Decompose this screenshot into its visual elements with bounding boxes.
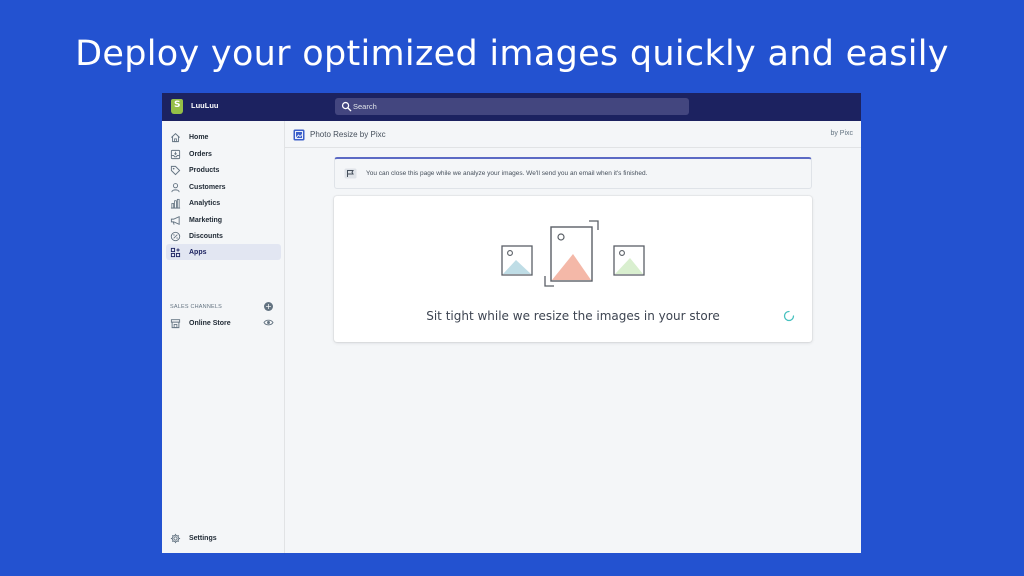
sidebar-item-discounts[interactable]: Discounts xyxy=(166,228,281,244)
sidebar-item-label: Apps xyxy=(189,248,207,256)
progress-message: Sit tight while we resize the images in … xyxy=(426,309,720,323)
app-developer-link[interactable]: by Pixc xyxy=(830,130,853,137)
photo-resize-app-icon xyxy=(293,129,305,141)
app-title: Photo Resize by Pixc xyxy=(310,130,386,139)
info-banner: You can close this page while we analyze… xyxy=(334,157,812,189)
sidebar-item-orders[interactable]: Orders xyxy=(166,146,281,162)
discount-icon xyxy=(170,231,181,241)
view-store-eye-icon[interactable] xyxy=(263,318,274,327)
top-bar: LuuLuu xyxy=(162,93,861,121)
search-bar[interactable] xyxy=(335,98,689,115)
bar-chart-icon xyxy=(170,198,181,209)
sidebar-item-label: Discounts xyxy=(189,232,223,240)
store-name[interactable]: LuuLuu xyxy=(191,101,219,110)
gear-icon xyxy=(170,533,181,543)
home-icon xyxy=(171,132,180,142)
app-header: Photo Resize by Pixc by Pixc xyxy=(285,121,861,148)
sidebar-item-label: Products xyxy=(189,166,220,174)
sidebar-item-label: Home xyxy=(189,133,209,141)
sidebar: Home Orders Products Customers Analytics… xyxy=(162,121,285,553)
sidebar-item-customers[interactable]: Customers xyxy=(166,179,281,195)
sidebar-item-analytics[interactable]: Analytics xyxy=(166,195,281,211)
flag-icon xyxy=(344,168,357,179)
sales-channels-heading: SALES CHANNELS xyxy=(170,304,223,310)
sidebar-item-label: Orders xyxy=(189,150,212,158)
store-icon xyxy=(170,318,181,328)
sidebar-item-label: Online Store xyxy=(189,319,231,327)
loading-spinner-icon xyxy=(783,310,795,322)
apps-icon xyxy=(170,247,181,257)
app-window: LuuLuu Home Orders xyxy=(162,93,861,553)
main-content: Photo Resize by Pixc by Pixc You can clo… xyxy=(285,121,861,553)
sidebar-item-label: Analytics xyxy=(189,199,221,207)
sidebar-item-products[interactable]: Products xyxy=(166,162,281,178)
banner-message: You can close this page while we analyze… xyxy=(366,170,648,177)
slide-headline: Deploy your optimized images quickly and… xyxy=(75,34,949,74)
shopify-logo-icon[interactable] xyxy=(171,99,183,114)
sidebar-item-apps[interactable]: Apps xyxy=(166,244,281,260)
sidebar-item-marketing[interactable]: Marketing xyxy=(166,212,281,228)
sidebar-item-home[interactable]: Home xyxy=(166,129,281,145)
progress-card: Sit tight while we resize the images in … xyxy=(334,196,812,342)
sidebar-item-label: Settings xyxy=(189,534,217,542)
orders-icon xyxy=(170,149,181,159)
sidebar-item-label: Customers xyxy=(189,183,226,191)
search-icon xyxy=(341,101,352,112)
search-input[interactable] xyxy=(353,98,683,115)
add-sales-channel-icon[interactable]: + xyxy=(264,302,273,311)
megaphone-icon xyxy=(170,215,180,225)
sidebar-item-settings[interactable]: Settings xyxy=(166,530,281,546)
person-icon xyxy=(171,182,180,192)
sidebar-item-label: Marketing xyxy=(189,216,223,224)
tag-icon xyxy=(170,165,181,175)
image-resize-illustration-icon xyxy=(501,220,645,287)
